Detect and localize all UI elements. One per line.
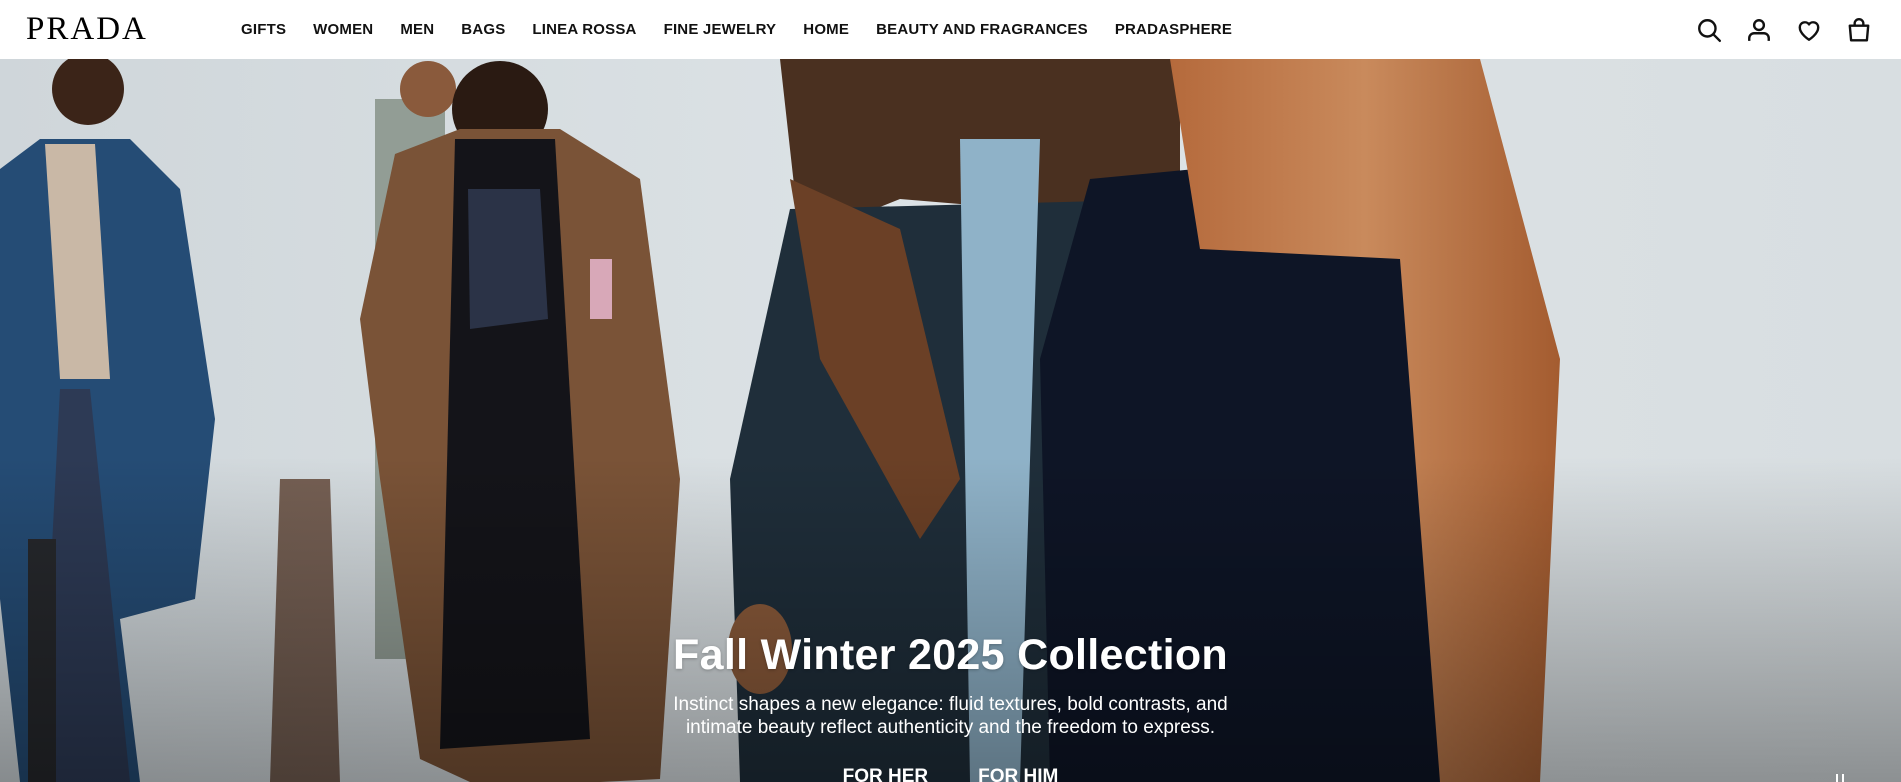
hero-banner: Fall Winter 2025 Collection Instinct sha… [0,59,1901,782]
account-icon [1748,19,1770,41]
nav-item-linea-rossa[interactable]: LINEA ROSSA [532,21,636,38]
bag-button[interactable] [1843,14,1875,46]
nav-item-gifts[interactable]: GIFTS [241,21,286,38]
pause-icon-bar [1842,774,1844,782]
prada-logo[interactable]: PRADA [26,13,148,46]
wishlist-icon [1798,21,1820,41]
bag-icon [1848,17,1870,42]
search-icon [1698,19,1722,43]
pause-button[interactable] [1829,769,1851,782]
search-button[interactable] [1693,14,1725,46]
for-her-link[interactable]: FOR HER [843,766,929,782]
site-header: PRADA GIFTS WOMEN MEN BAGS LINEA ROSSA F… [0,0,1901,59]
header-icons [1675,14,1875,46]
for-him-link[interactable]: FOR HIM [978,766,1058,782]
account-button[interactable] [1743,14,1775,46]
wishlist-button[interactable] [1793,14,1825,46]
hero-title: Fall Winter 2025 Collection [673,631,1228,679]
nav-item-men[interactable]: MEN [400,21,434,38]
main-nav: GIFTS WOMEN MEN BAGS LINEA ROSSA FINE JE… [241,0,1259,59]
nav-item-fine-jewelry[interactable]: FINE JEWELRY [664,21,777,38]
nav-item-home[interactable]: HOME [803,21,849,38]
nav-item-women[interactable]: WOMEN [313,21,373,38]
hero-cta-row: FOR HER FOR HIM [0,766,1901,782]
nav-item-beauty-fragrances[interactable]: BEAUTY AND FRAGRANCES [876,21,1088,38]
hero-description: Instinct shapes a new elegance: fluid te… [673,694,1228,738]
nav-item-pradasphere[interactable]: PRADASPHERE [1115,21,1232,38]
nav-item-bags[interactable]: BAGS [461,21,505,38]
pause-icon [1836,774,1838,782]
